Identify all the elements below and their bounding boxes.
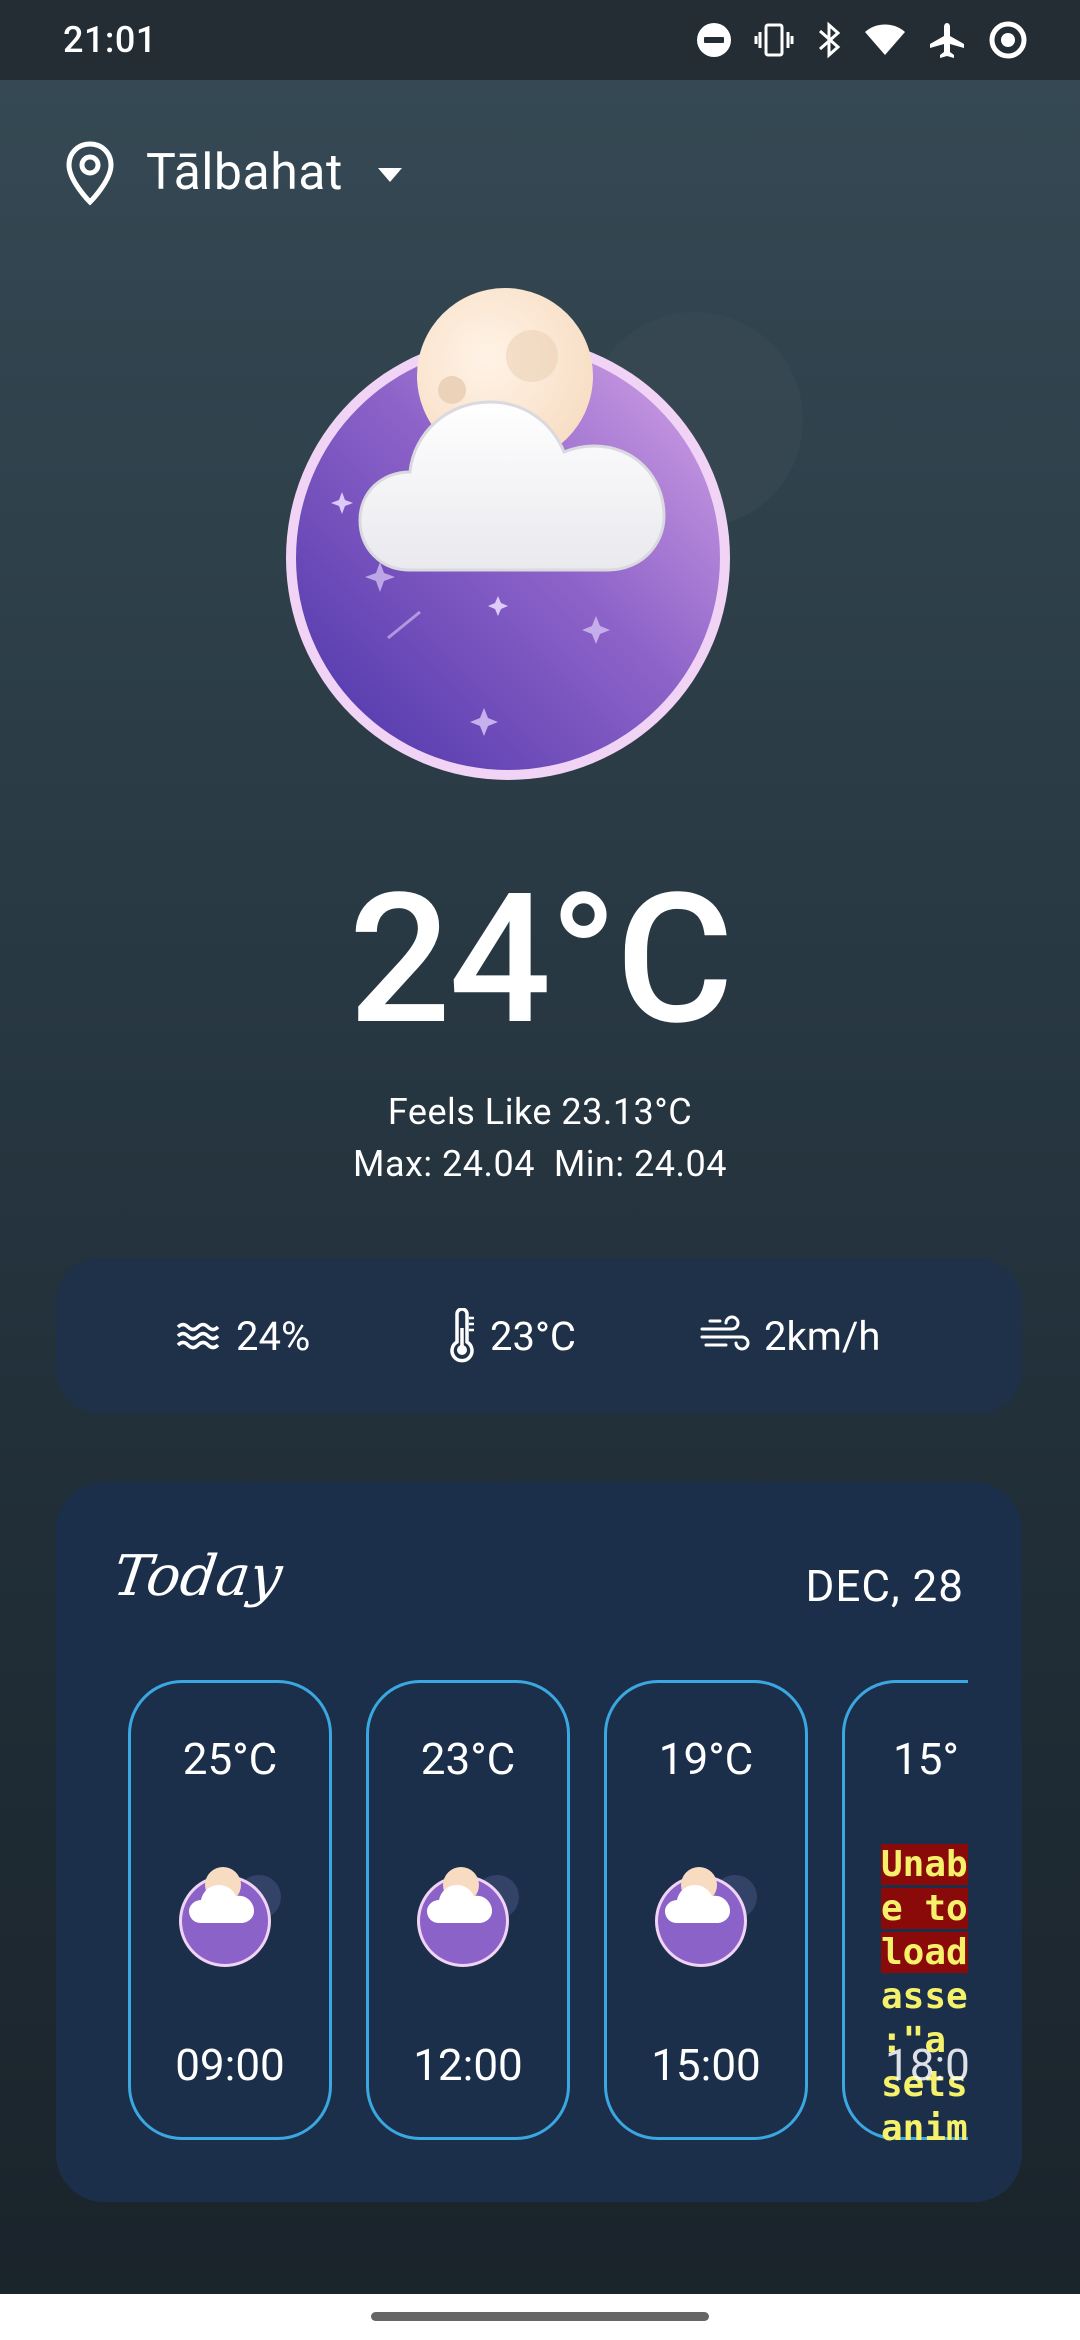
today-title: Today (109, 1544, 287, 1609)
home-gesture-handle[interactable] (371, 2312, 709, 2321)
today-forecast-card: Today DEC, 28 25°C 09:00 23°C 12:00 19°C… (56, 1482, 1022, 2202)
data-saver-icon (989, 21, 1027, 59)
night-cloudy-icon (417, 1867, 519, 1967)
wind-icon (700, 1315, 750, 1351)
bluetooth-icon (819, 21, 841, 59)
wifi-icon (865, 24, 905, 55)
temperature-value: 23°C (490, 1312, 576, 1360)
error-line: Unab (881, 1844, 968, 1885)
night-cloudy-icon (286, 288, 803, 780)
chevron-down-icon (377, 168, 402, 182)
hour-time: 15:00 (651, 2039, 761, 2091)
error-line: anim (881, 2108, 968, 2143)
hour-card[interactable]: 15° Unab e to load asse :"a sets anim 18… (842, 1680, 968, 2143)
hour-card[interactable]: 19°C 15:00 (604, 1680, 808, 2140)
temperature-stat: 23°C (448, 1258, 576, 1414)
hour-time: 09:00 (175, 2039, 285, 2091)
status-icons (696, 20, 1028, 60)
feels-like-text: Feels Like 23.13°C (387, 1091, 693, 1133)
status-bar: 21:01 (0, 0, 1080, 80)
error-line: load (881, 1932, 968, 1973)
hour-temperature: 15° (893, 1733, 959, 1785)
humidity-value: 24% (236, 1312, 311, 1360)
night-cloudy-icon (655, 1867, 757, 1967)
asset-load-error-text: Unab e to load asse :"a sets anim (881, 1843, 968, 2143)
thermometer-icon (450, 1308, 474, 1363)
current-temperature: 24°C (348, 854, 734, 1065)
humidity-stat: 24% (176, 1258, 310, 1414)
hourly-forecast-list[interactable]: 25°C 09:00 23°C 12:00 19°C 15:00 15° Una… (128, 1680, 968, 2148)
night-cloudy-icon (179, 1867, 281, 1967)
hour-temperature: 23°C (420, 1733, 516, 1785)
hour-temperature: 19°C (658, 1733, 754, 1785)
location-pin-icon (66, 141, 114, 206)
hour-card[interactable]: 23°C 12:00 (366, 1680, 570, 2140)
hour-time: 12:00 (413, 2039, 523, 2091)
vibrate-icon (754, 23, 794, 57)
wind-value: 2km/h (764, 1312, 881, 1360)
humidity-waves-icon (176, 1322, 220, 1350)
location-name: Tālbahat (146, 144, 343, 202)
hour-temperature: 25°C (182, 1733, 278, 1785)
do-not-disturb-icon (697, 23, 731, 57)
error-line: asse (881, 1976, 968, 2017)
today-date: DEC, 28 (805, 1560, 964, 1612)
status-time: 21:01 (63, 19, 157, 61)
max-min-text: Max: 24.04 Min: 24.04 (353, 1143, 727, 1185)
weather-stats-card: 24% 23°C 2km/h (56, 1258, 1022, 1414)
error-line: e to (881, 1888, 968, 1929)
wind-stat: 2km/h (700, 1258, 880, 1414)
airplane-icon (930, 23, 964, 58)
hour-card[interactable]: 25°C 09:00 (128, 1680, 332, 2140)
location-selector[interactable]: Tālbahat (64, 140, 403, 206)
hour-time: 18:0 (885, 2039, 968, 2091)
